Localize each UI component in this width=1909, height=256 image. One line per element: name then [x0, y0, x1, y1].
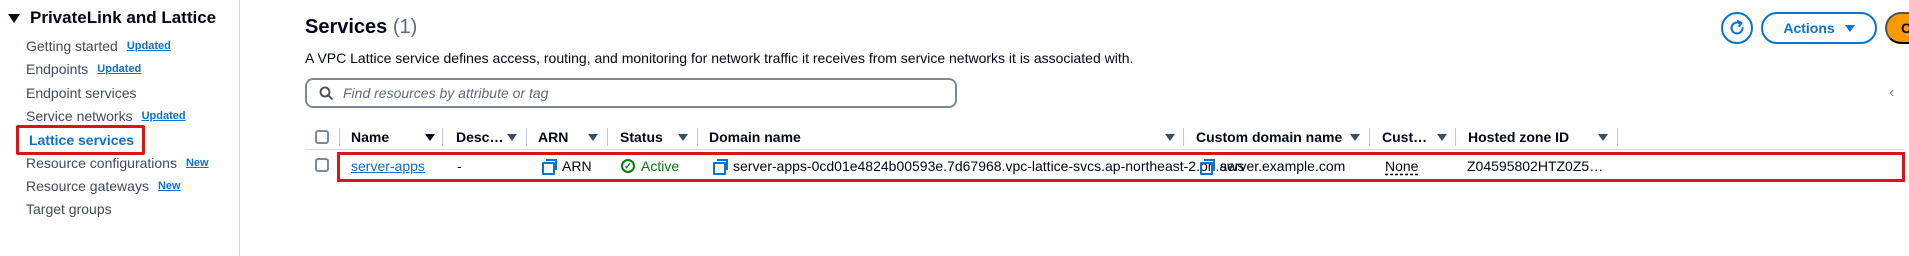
custom-domain-value: server.example.com: [1220, 158, 1346, 174]
page-title: Services (1): [305, 16, 417, 39]
sidebar-item-endpoint-services[interactable]: Endpoint services: [26, 81, 137, 105]
sort-icon[interactable]: [507, 134, 517, 141]
sidebar-item-resource-gateways[interactable]: Resource gateways New: [26, 174, 181, 198]
sort-icon[interactable]: [1350, 134, 1360, 141]
cust-value[interactable]: None: [1385, 158, 1418, 174]
table-header: Name Desc… ARN Status Domain name Custom…: [305, 124, 1905, 150]
column-header-domain-name[interactable]: Domain name: [709, 124, 801, 150]
sort-icon[interactable]: [678, 134, 688, 141]
actions-button[interactable]: Actions: [1761, 12, 1877, 44]
sidebar-section-title: PrivateLink and Lattice: [30, 8, 217, 27]
create-button[interactable]: C: [1885, 12, 1909, 44]
row-checkbox[interactable]: [315, 158, 329, 172]
column-divider: [1369, 128, 1370, 146]
column-divider: [442, 128, 443, 146]
chevron-left-icon[interactable]: ‹: [1889, 84, 1894, 102]
column-divider: [1617, 128, 1618, 146]
column-header-hosted-zone-id[interactable]: Hosted zone ID: [1468, 124, 1569, 150]
column-divider: [1183, 128, 1184, 146]
service-description: -: [457, 158, 462, 174]
sort-icon[interactable]: [1165, 134, 1175, 141]
sidebar-item-label: Endpoint services: [26, 85, 137, 101]
custom-domain-cell: server.example.com: [1200, 158, 1346, 175]
arn-copy-label: ARN: [562, 158, 592, 174]
service-name-link[interactable]: server-apps: [351, 158, 425, 174]
sidebar-section-header[interactable]: PrivateLink and Lattice: [8, 8, 216, 28]
page-title-text: Services: [305, 16, 388, 38]
select-all-checkbox[interactable]: [315, 130, 329, 144]
sort-icon[interactable]: [1437, 134, 1447, 141]
page-title-count: (1): [392, 16, 418, 38]
column-header-description[interactable]: Desc…: [456, 124, 503, 150]
caret-down-icon[interactable]: [8, 13, 20, 23]
search-box[interactable]: [305, 78, 957, 108]
updated-badge: Updated: [141, 110, 186, 122]
sort-descending-icon[interactable]: [425, 134, 435, 141]
sidebar-item-resource-configurations[interactable]: Resource configurations New: [26, 151, 209, 175]
search-input[interactable]: [343, 85, 903, 101]
column-divider: [339, 128, 340, 146]
search-icon: [319, 86, 333, 100]
sidebar-item-label: Getting started: [26, 38, 118, 54]
column-header-arn[interactable]: ARN: [538, 124, 568, 150]
main-content: Services (1) A VPC Lattice service defin…: [241, 0, 1909, 256]
arn-cell: ARN: [542, 158, 592, 175]
copy-icon[interactable]: [1200, 159, 1215, 175]
domain-name-value: server-apps-0cd01e4824b00593e.7d67968.vp…: [733, 158, 1245, 174]
page-description: A VPC Lattice service defines access, ro…: [305, 50, 1134, 66]
hosted-zone-id-value: Z04595802HTZ0Z5UOT…: [1467, 158, 1611, 174]
new-badge: New: [185, 157, 209, 169]
copy-icon[interactable]: [713, 159, 728, 175]
refresh-button[interactable]: [1721, 12, 1753, 44]
refresh-icon: [1730, 20, 1744, 35]
sidebar: PrivateLink and Lattice Getting started …: [0, 0, 240, 256]
copy-icon[interactable]: [542, 159, 557, 175]
column-header-cust[interactable]: Cust…: [1382, 124, 1427, 150]
status-cell: ✓ Active: [621, 158, 679, 174]
sidebar-item-label: Lattice services: [29, 132, 135, 148]
actions-button-label: Actions: [1783, 20, 1835, 36]
caret-down-icon: [1844, 24, 1855, 32]
sidebar-item-getting-started[interactable]: Getting started Updated: [26, 34, 171, 58]
updated-badge: Updated: [97, 63, 142, 75]
status-badge: Active: [641, 158, 680, 174]
check-circle-icon: ✓: [621, 159, 635, 173]
sidebar-item-label: Endpoints: [26, 61, 89, 77]
column-divider: [697, 128, 698, 146]
sidebar-item-label: Target groups: [26, 201, 112, 217]
new-badge: New: [157, 180, 181, 192]
create-button-label: C: [1901, 20, 1909, 36]
sort-icon[interactable]: [1598, 134, 1608, 141]
table-row[interactable]: server-apps - ARN ✓ Active server-apps-0…: [305, 152, 1905, 182]
sidebar-item-target-groups[interactable]: Target groups: [26, 197, 112, 221]
sidebar-item-endpoints[interactable]: Endpoints Updated: [26, 57, 141, 81]
sort-icon[interactable]: [588, 134, 598, 141]
sidebar-item-label: Service networks: [26, 108, 133, 124]
column-header-custom-domain-name[interactable]: Custom domain name: [1196, 124, 1342, 150]
sidebar-item-label: Resource configurations: [26, 155, 177, 171]
column-divider: [607, 128, 608, 146]
column-header-status[interactable]: Status: [620, 124, 663, 150]
updated-badge: Updated: [126, 40, 171, 52]
column-divider: [526, 128, 527, 146]
column-divider: [1455, 128, 1456, 146]
sidebar-item-label: Resource gateways: [26, 178, 149, 194]
column-header-name[interactable]: Name: [351, 124, 389, 150]
domain-name-cell: server-apps-0cd01e4824b00593e.7d67968.vp…: [713, 158, 1245, 175]
